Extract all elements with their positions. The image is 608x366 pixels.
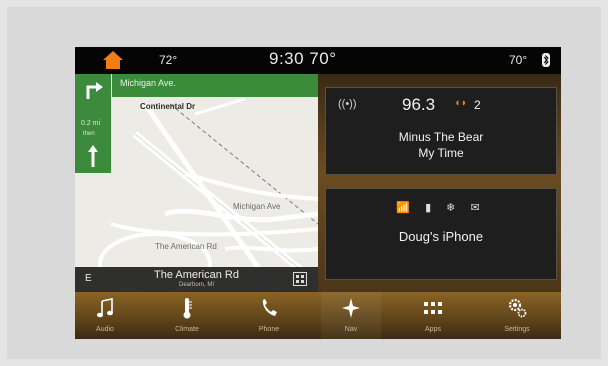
apps-grid-icon (424, 302, 442, 314)
status-bar: 72° 9:30 70° 70° (75, 47, 561, 74)
map-label-michigan: Michigan Ave (233, 202, 281, 211)
map-label-american: The American Rd (155, 242, 217, 251)
turn-distance-unit: then (83, 131, 95, 137)
map-label-continental: Continental Dr (140, 102, 196, 111)
radio-artist: Minus The Bear (398, 130, 484, 144)
radio-preset: 2 (474, 98, 481, 112)
phone-status-icons: 📶 ▮ ❄ ✉ (396, 202, 486, 214)
bluetooth-icon (542, 53, 550, 67)
tray-audio-label: Audio (96, 326, 114, 333)
bezel: 72° 9:30 70° 70° Michigan Ave. 0.2 mi th… (7, 7, 601, 359)
radio-card[interactable]: ((•)) 96.3 ◖◗ 2 Minus The Bear My Time (325, 87, 557, 175)
infotainment-screen: 72° 9:30 70° 70° Michigan Ave. 0.2 mi th… (75, 47, 561, 339)
turn-right-arrow-icon (86, 82, 103, 99)
outside-temp-left[interactable]: 72° (159, 53, 177, 67)
tray-phone-button[interactable]: Phone (239, 292, 299, 339)
tray-nav-label: Nav (344, 326, 358, 333)
straight-arrow-icon (88, 145, 98, 167)
phone-icon (262, 299, 277, 316)
phone-device-name: Doug's iPhone (398, 229, 484, 244)
tray-climate-label: Climate (175, 326, 199, 333)
radio-song: My Time (418, 146, 464, 160)
right-panel: ((•)) 96.3 ◖◗ 2 Minus The Bear My Time 📶… (318, 74, 561, 292)
current-road-bar: E The American Rd Dearborn, MI (75, 267, 318, 292)
tray-settings-label: Settings (504, 326, 530, 333)
turn-instruction-panel[interactable]: 0.2 mi then (75, 74, 112, 173)
thermometer-icon (183, 298, 192, 319)
home-icon[interactable] (102, 50, 124, 70)
current-road-name: The American Rd (154, 269, 239, 281)
outside-temp-right[interactable]: 70° (509, 53, 527, 67)
navigation-map[interactable]: Michigan Ave. 0.2 mi then Continental Dr… (75, 74, 318, 292)
hd-radio-icon: ◖◗ (454, 97, 468, 109)
music-note-icon (97, 298, 113, 318)
tray-audio-button[interactable]: Audio (75, 292, 135, 339)
radio-frequency: 96.3 (402, 95, 436, 114)
tray-phone-label: Phone (258, 326, 280, 333)
feature-tray: Audio Climate Phone Nav Apps Settings (75, 292, 561, 339)
clock-and-temp: 9:30 70° (269, 49, 337, 68)
radio-signal-icon: ((•)) (338, 98, 357, 110)
map-options-icon[interactable] (293, 272, 307, 286)
gears-icon (508, 298, 527, 318)
next-street-name: Michigan Ave. (120, 78, 176, 88)
tray-apps-label: Apps (425, 326, 441, 333)
compass-star-icon (342, 298, 360, 318)
tray-climate-button[interactable]: Climate (157, 292, 217, 339)
current-city: Dearborn, MI (178, 282, 214, 288)
tray-apps-button[interactable]: Apps (403, 292, 463, 339)
phone-card[interactable]: 📶 ▮ ❄ ✉ Doug's iPhone (325, 188, 557, 280)
tray-nav-button[interactable]: Nav (321, 292, 381, 339)
tray-settings-button[interactable]: Settings (487, 292, 547, 339)
turn-distance: 0.2 mi (81, 120, 101, 127)
